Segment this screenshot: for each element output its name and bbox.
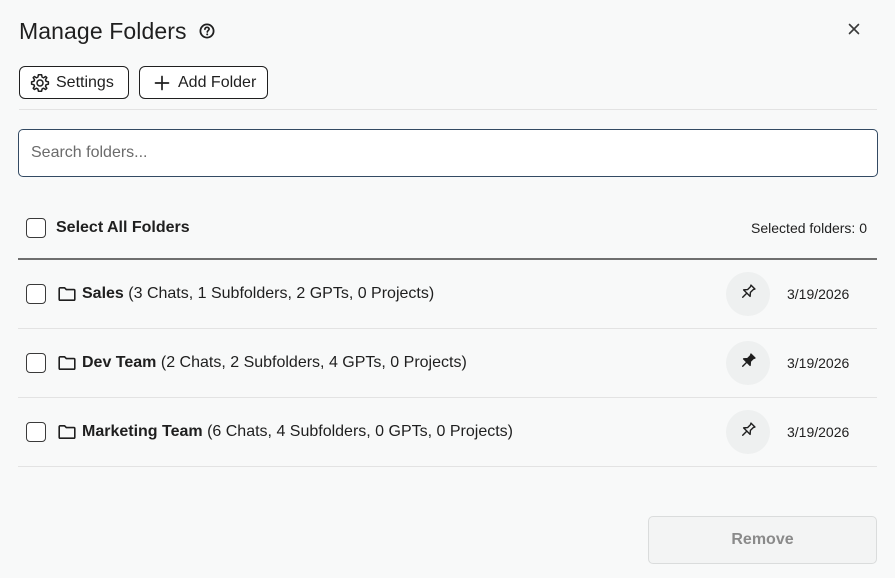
folder-label: Dev Team (2 Chats, 2 Subfolders, 4 GPTs,…	[82, 354, 467, 372]
close-button[interactable]	[839, 16, 869, 46]
settings-button-label: Settings	[56, 73, 114, 91]
folder-label: Sales (3 Chats, 1 Subfolders, 2 GPTs, 0 …	[82, 285, 434, 303]
add-folder-button[interactable]: Add Folder	[139, 66, 268, 99]
help-circle-icon[interactable]	[199, 23, 215, 39]
folder-name: Marketing Team	[82, 423, 203, 440]
pin-button[interactable]	[726, 341, 770, 385]
pin-button[interactable]	[726, 272, 770, 316]
folder-row[interactable]: Dev Team (2 Chats, 2 Subfolders, 4 GPTs,…	[18, 329, 877, 398]
folder-icon	[57, 422, 77, 442]
folder-icon	[57, 284, 77, 304]
folder-checkbox[interactable]	[26, 353, 46, 373]
pin-button[interactable]	[726, 410, 770, 454]
add-folder-button-label: Add Folder	[178, 73, 257, 91]
dialog-header: Manage Folders	[19, 16, 879, 46]
folder-checkbox[interactable]	[26, 284, 46, 304]
divider	[19, 109, 877, 110]
pin-outline-icon	[738, 420, 758, 445]
select-all-row: Select All Folders Selected folders: 0	[26, 217, 867, 239]
gear-icon	[30, 73, 50, 93]
folder-date: 3/19/2026	[787, 286, 850, 302]
folder-name: Dev Team	[82, 354, 157, 371]
select-all-label[interactable]: Select All Folders	[56, 219, 190, 237]
dialog-title: Manage Folders	[19, 17, 187, 44]
selected-count: Selected folders: 0	[751, 220, 867, 236]
folder-label: Marketing Team (6 Chats, 4 Subfolders, 0…	[82, 423, 513, 441]
folder-checkbox[interactable]	[26, 422, 46, 442]
folder-details: (3 Chats, 1 Subfolders, 2 GPTs, 0 Projec…	[128, 285, 435, 302]
folder-name: Sales	[82, 285, 124, 302]
folder-date: 3/19/2026	[787, 355, 850, 371]
folder-list: Sales (3 Chats, 1 Subfolders, 2 GPTs, 0 …	[18, 260, 877, 467]
plus-icon	[152, 73, 172, 93]
pin-filled-icon	[738, 351, 758, 376]
folder-row[interactable]: Sales (3 Chats, 1 Subfolders, 2 GPTs, 0 …	[18, 260, 877, 329]
settings-button[interactable]: Settings	[19, 66, 129, 99]
folder-details: (6 Chats, 4 Subfolders, 0 GPTs, 0 Projec…	[207, 423, 513, 440]
folder-icon	[57, 353, 77, 373]
folder-row[interactable]: Marketing Team (6 Chats, 4 Subfolders, 0…	[18, 398, 877, 467]
pin-outline-icon	[738, 282, 758, 307]
folder-details: (2 Chats, 2 Subfolders, 4 GPTs, 0 Projec…	[160, 354, 467, 371]
close-icon	[848, 22, 860, 40]
search-input[interactable]	[18, 129, 878, 177]
remove-button[interactable]: Remove	[648, 516, 877, 564]
toolbar: Settings Add Folder	[19, 66, 268, 99]
select-all-checkbox[interactable]	[26, 218, 46, 238]
folder-date: 3/19/2026	[787, 424, 850, 440]
